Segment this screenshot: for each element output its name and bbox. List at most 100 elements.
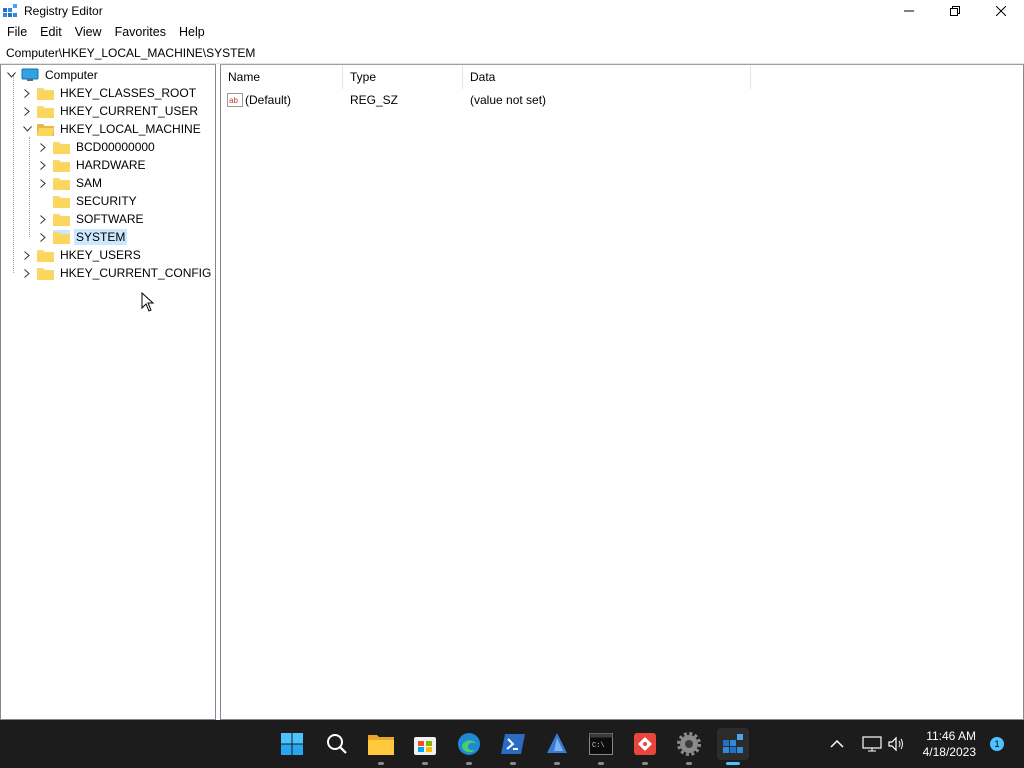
network-icon	[862, 736, 882, 752]
tree-node-bcd00000000[interactable]: BCD00000000	[37, 138, 157, 156]
tree-label: Computer	[45, 68, 98, 82]
taskbar-store[interactable]	[409, 728, 441, 765]
folder-icon	[53, 178, 70, 190]
window-title: Registry Editor	[24, 4, 103, 18]
minimize-icon	[904, 10, 914, 12]
tree-node-hkey-users[interactable]: HKEY_USERS	[21, 246, 143, 264]
folder-icon	[37, 106, 54, 118]
values-list: Name Type Data ab (Default) REG_SZ (valu…	[220, 64, 1024, 720]
tree-node-security[interactable]: SECURITY	[37, 192, 139, 210]
clock-date: 4/18/2023	[922, 745, 976, 759]
taskbar-settings[interactable]	[673, 728, 705, 765]
clock[interactable]: 11:46 AM 4/18/2023	[896, 728, 976, 760]
chevron-right-icon[interactable]	[37, 138, 49, 156]
list-header: Name Type Data	[221, 65, 751, 89]
tree-node-system[interactable]: SYSTEM	[37, 228, 128, 246]
tree-label: HKEY_CURRENT_CONFIG	[60, 266, 212, 280]
minimize-button[interactable]	[886, 0, 932, 22]
taskbar-edge[interactable]	[453, 728, 485, 765]
tree-node-hkey-local-machine[interactable]: HKEY_LOCAL_MACHINE	[21, 120, 203, 138]
notification-badge[interactable]: 1	[990, 737, 1004, 751]
chevron-right-icon[interactable]	[21, 264, 33, 282]
svg-text:ab: ab	[229, 96, 238, 105]
tree-node-hkey-current-user[interactable]: HKEY_CURRENT_USER	[21, 102, 200, 120]
value-name: (Default)	[245, 93, 292, 107]
tree-label: HARDWARE	[76, 158, 146, 172]
chevron-right-icon[interactable]	[37, 156, 49, 174]
app-icon	[547, 733, 567, 753]
tree-node-hardware[interactable]: HARDWARE	[37, 156, 148, 174]
folder-icon	[53, 230, 70, 244]
column-header-type[interactable]: Type	[343, 65, 463, 89]
git-icon	[634, 733, 656, 755]
terminal-icon: C:\	[589, 733, 613, 755]
tree-label: HKEY_CLASSES_ROOT	[60, 86, 197, 100]
menu-bar: File Edit View Favorites Help	[0, 22, 1024, 43]
address-bar[interactable]: Computer\HKEY_LOCAL_MACHINE\SYSTEM	[0, 44, 1024, 64]
start-icon	[281, 733, 303, 755]
menu-edit[interactable]: Edit	[33, 22, 68, 43]
chevron-up-icon	[830, 739, 844, 748]
value-data: (value not set)	[470, 93, 547, 107]
chevron-right-icon[interactable]	[21, 246, 33, 264]
folder-icon	[37, 268, 54, 280]
taskbar: C:\ 11:46 AM 4/18/2023 1	[0, 720, 1024, 768]
tree-node-sam[interactable]: SAM	[37, 174, 104, 192]
chevron-right-icon[interactable]	[21, 102, 33, 120]
network-button[interactable]	[862, 720, 882, 768]
close-button[interactable]	[978, 0, 1024, 22]
tree-label: HKEY_LOCAL_MACHINE	[60, 122, 201, 136]
column-header-name[interactable]: Name	[221, 65, 343, 89]
mouse-cursor-icon	[141, 292, 155, 312]
folder-icon	[37, 250, 54, 262]
tree-label: HKEY_USERS	[60, 248, 141, 262]
tree-label: SOFTWARE	[76, 212, 144, 226]
column-header-data[interactable]: Data	[463, 65, 751, 89]
folder-icon	[37, 88, 54, 100]
tray-overflow-button[interactable]	[830, 720, 844, 768]
chevron-down-icon[interactable]	[21, 120, 33, 138]
taskbar-powershell[interactable]	[497, 728, 529, 765]
key-tree: Computer HKEY_CLASSES_ROOT HKEY_CURRENT_…	[0, 64, 216, 720]
tree-node-computer[interactable]: Computer	[5, 66, 100, 84]
computer-icon	[21, 68, 39, 81]
chevron-right-icon[interactable]	[37, 228, 49, 246]
menu-view[interactable]: View	[68, 22, 108, 43]
chevron-right-icon[interactable]	[37, 210, 49, 228]
chevron-right-icon[interactable]	[37, 174, 49, 192]
edge-icon	[458, 733, 480, 755]
folder-icon	[53, 214, 70, 226]
folder-open-icon	[37, 124, 54, 136]
chevron-right-icon[interactable]	[21, 84, 33, 102]
settings-icon	[677, 732, 701, 756]
tree-node-software[interactable]: SOFTWARE	[37, 210, 146, 228]
taskbar-app[interactable]	[541, 728, 573, 765]
chevron-down-icon[interactable]	[5, 66, 17, 84]
search-button[interactable]	[321, 728, 353, 760]
registry-editor-icon	[723, 734, 743, 753]
registry-editor-icon	[3, 4, 17, 17]
tree-label: BCD00000000	[76, 140, 155, 154]
value-row[interactable]: ab (Default) REG_SZ (value not set)	[221, 90, 751, 110]
taskbar-terminal[interactable]: C:\	[585, 728, 617, 765]
tree-label: HKEY_CURRENT_USER	[60, 104, 199, 118]
tree-label: SYSTEM	[74, 229, 128, 245]
menu-favorites[interactable]: Favorites	[108, 22, 172, 43]
string-value-icon: ab	[227, 93, 243, 107]
menu-file[interactable]: File	[0, 22, 33, 43]
taskbar-file-explorer[interactable]	[365, 728, 397, 765]
tree-node-hkey-current-config[interactable]: HKEY_CURRENT_CONFIG	[21, 264, 213, 282]
maximize-button[interactable]	[932, 0, 978, 22]
tree-node-hkey-classes-root[interactable]: HKEY_CLASSES_ROOT	[21, 84, 198, 102]
tree-label: SAM	[76, 176, 103, 190]
taskbar-git[interactable]	[629, 728, 661, 765]
file-explorer-icon	[368, 735, 394, 755]
search-icon	[327, 734, 347, 754]
close-icon	[996, 6, 1006, 16]
restore-icon	[950, 6, 960, 16]
svg-text:C:\: C:\	[592, 742, 605, 750]
menu-help[interactable]: Help	[172, 22, 211, 43]
start-button[interactable]	[276, 728, 308, 760]
taskbar-registry-editor[interactable]	[717, 728, 749, 765]
folder-icon	[53, 160, 70, 172]
